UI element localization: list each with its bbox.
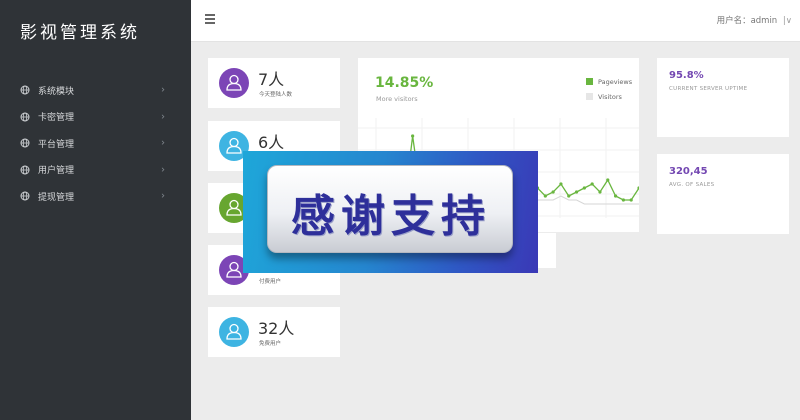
banner-text: 感谢支持: [291, 191, 491, 242]
info-card-uptime: 95.8% CURRENT SERVER UPTIME: [657, 58, 789, 137]
globe-icon: [20, 138, 30, 148]
legend-swatch: [586, 93, 593, 100]
data-point[interactable]: [606, 178, 610, 182]
stat-card-free-users: 32人 免费用户: [208, 307, 340, 357]
data-point[interactable]: [590, 182, 594, 186]
hamburger-icon[interactable]: [205, 14, 215, 24]
chevron-right-icon: ›: [161, 190, 165, 202]
stat-value: 7人: [258, 70, 285, 89]
info-value: 320,45: [669, 166, 708, 177]
sidebar-item-label: 提现管理: [38, 192, 75, 203]
sidebar-item-label: 平台管理: [38, 139, 75, 150]
banner-plate: 感谢支持: [267, 165, 513, 253]
stat-label: 付费用户: [259, 279, 282, 285]
chart-percent: 14.85%: [375, 75, 434, 91]
data-point[interactable]: [574, 190, 579, 194]
legend-label: Pageviews: [598, 77, 633, 86]
legend-label: Visitors: [598, 92, 622, 101]
stat-value: 6人: [258, 133, 285, 152]
chevron-right-icon: ›: [161, 137, 165, 149]
info-card-sales: 320,45 AVG. OF SALES: [657, 154, 789, 234]
data-point[interactable]: [629, 198, 633, 202]
data-point[interactable]: [613, 194, 618, 198]
data-point[interactable]: [621, 198, 625, 202]
username-label: 用户名：admin: [716, 16, 778, 26]
stat-card-logins-today: 7人 今天登陆人数: [208, 58, 340, 108]
sidebar-item-label: 系统模块: [38, 86, 75, 97]
globe-icon: [20, 85, 30, 95]
globe-icon: [20, 191, 30, 201]
app-title: 影视管理系统: [20, 23, 140, 43]
sidebar-item-users[interactable]: 用户管理 ›: [0, 157, 191, 184]
sidebar-item-withdraw[interactable]: 提现管理 ›: [0, 183, 191, 210]
info-caption: CURRENT SERVER UPTIME: [669, 86, 748, 92]
info-caption: AVG. OF SALES: [669, 182, 715, 188]
legend-swatch: [586, 78, 593, 85]
chevron-right-icon: ›: [161, 164, 165, 176]
data-point[interactable]: [582, 186, 586, 190]
sidebar-item-card-key[interactable]: 卡密管理 ›: [0, 104, 191, 131]
sidebar-item-label: 卡密管理: [38, 113, 75, 124]
chart-subtitle: More visitors: [376, 95, 418, 103]
data-point[interactable]: [543, 194, 547, 198]
top-bar: 用户名：admin |∨: [191, 0, 800, 42]
legend-item-pageviews[interactable]: Pageviews: [586, 74, 632, 89]
chevron-down-icon: |∨: [782, 16, 792, 26]
sidebar-item-platform[interactable]: 平台管理 ›: [0, 130, 191, 157]
data-point[interactable]: [567, 194, 571, 198]
data-point[interactable]: [411, 134, 415, 138]
user-menu[interactable]: 用户名：admin |∨: [717, 14, 792, 26]
globe-icon: [20, 112, 30, 122]
stat-label: 免费用户: [259, 341, 282, 347]
thanks-banner: 感谢支持: [243, 151, 538, 273]
data-point[interactable]: [551, 190, 555, 194]
info-value: 95.8%: [669, 70, 704, 81]
globe-icon: [20, 165, 30, 175]
legend-item-visitors[interactable]: Visitors: [586, 89, 632, 104]
stat-value: 32人: [258, 319, 295, 338]
user-icon: [219, 68, 249, 98]
stat-label: 今天登陆人数: [259, 92, 293, 98]
chevron-right-icon: ›: [161, 111, 165, 123]
chart-legend: Pageviews Visitors: [586, 74, 632, 104]
data-point[interactable]: [598, 190, 602, 194]
sidebar-menu: 系统模块 › 卡密管理 › 平台管理 › 用户管理 › 提现管理 ›: [0, 77, 191, 210]
data-point[interactable]: [559, 182, 563, 186]
sidebar-item-label: 用户管理: [38, 166, 75, 177]
chevron-right-icon: ›: [161, 84, 165, 96]
sidebar: 影视管理系统 系统模块 › 卡密管理 › 平台管理 › 用户管理 › 提现管理 …: [0, 0, 191, 420]
user-icon: [219, 317, 249, 347]
sidebar-item-system-module[interactable]: 系统模块 ›: [0, 77, 191, 104]
